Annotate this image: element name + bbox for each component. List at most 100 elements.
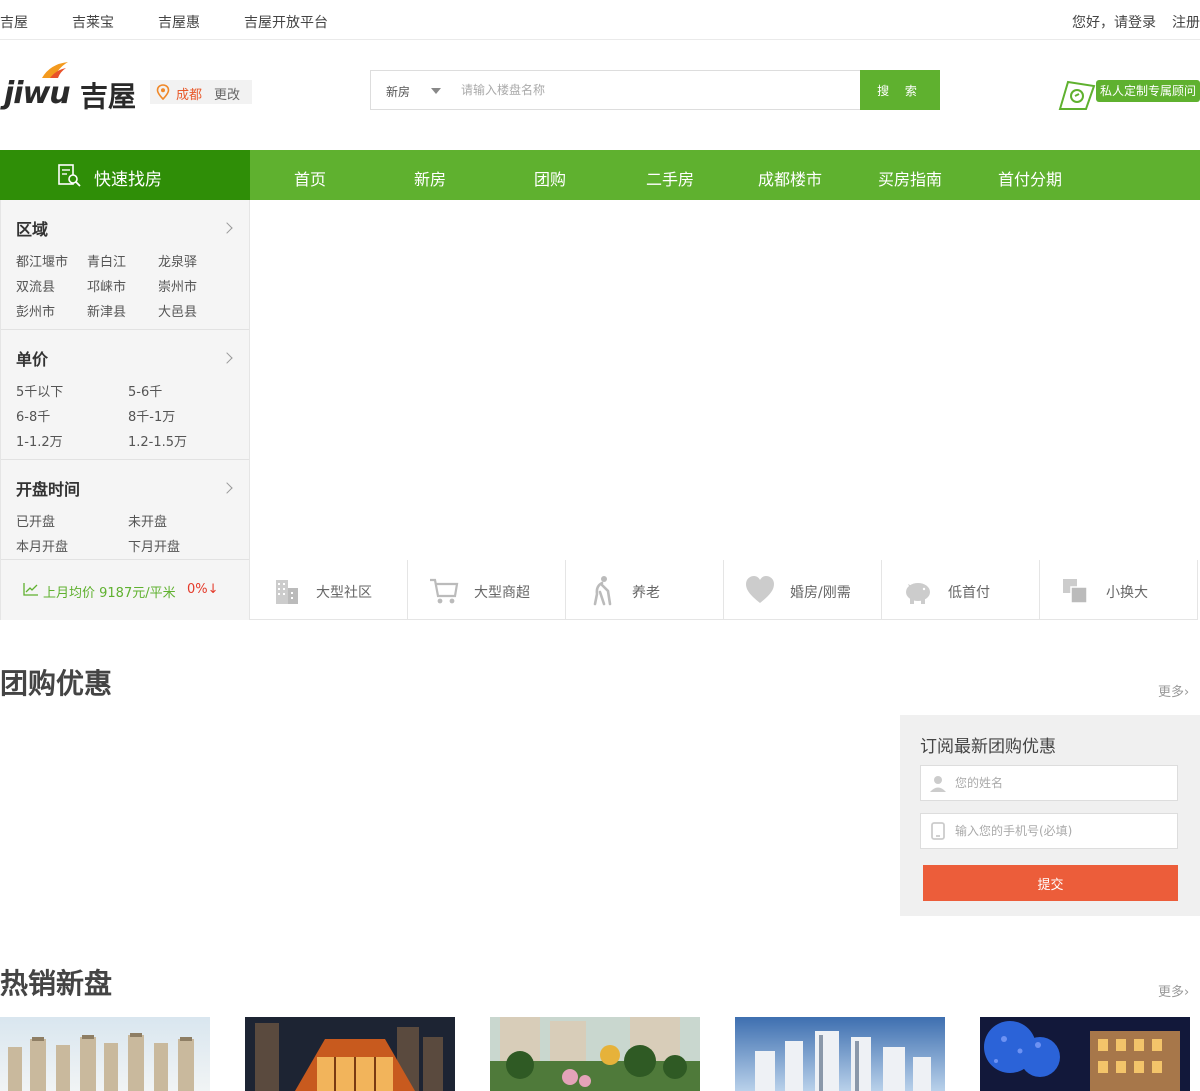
property-thumbnail[interactable] — [0, 1017, 210, 1091]
property-thumbnail[interactable] — [490, 1017, 700, 1091]
price-filter: 单价 5千以下 5-6千 6-8千 8千-1万 1-1.2万 1.2-1.5万 — [1, 330, 249, 460]
subscribe-title: 订阅最新团购优惠 — [920, 737, 1056, 757]
price-option[interactable]: 1-1.2万 — [16, 431, 63, 450]
region-filter: 区域 都江堰市 青白江 龙泉驿 双流县 邛崃市 崇州市 彭州市 新津县 大邑县 — [1, 200, 249, 330]
feature-label: 养老 — [632, 585, 660, 601]
nav-city-market[interactable]: 成都楼市 — [758, 166, 822, 190]
nav-buying-guide[interactable]: 买房指南 — [878, 166, 942, 190]
property-image — [735, 1017, 945, 1091]
location-pin-icon — [156, 84, 170, 100]
chevron-right-icon[interactable] — [221, 482, 233, 494]
property-thumbnail[interactable] — [735, 1017, 945, 1091]
nav-new-homes[interactable]: 新房 — [414, 166, 446, 190]
main-nav: 快速找房 首页 新房 团购 二手房 成都楼市 买房指南 首付分期 — [0, 150, 1200, 200]
city-selector[interactable]: 成都 更改 — [150, 80, 252, 104]
elderly-icon — [593, 576, 612, 606]
property-image — [490, 1017, 700, 1091]
search-type-dropdown[interactable]: 新房 — [370, 70, 450, 110]
opening-option[interactable]: 已开盘 — [16, 511, 55, 530]
chevron-right-icon[interactable] — [221, 352, 233, 364]
phone-icon — [931, 822, 945, 840]
hot-homes-more-link[interactable]: 更多› — [1158, 981, 1189, 1000]
login-link[interactable]: 您好，请登录 — [1072, 12, 1156, 32]
avg-price-text: 上月均价 9187元/平米 — [43, 586, 176, 601]
opening-option[interactable]: 下月开盘 — [128, 536, 180, 555]
region-option[interactable]: 大邑县 — [158, 301, 197, 320]
avg-price-change: 0%↓ — [187, 582, 219, 597]
region-option[interactable]: 崇州市 — [158, 276, 197, 295]
region-option[interactable]: 邛崃市 — [87, 276, 126, 295]
opening-option[interactable]: 本月开盘 — [16, 536, 68, 555]
trend-chart-icon — [23, 583, 38, 596]
nav-down-payment[interactable]: 首付分期 — [998, 166, 1062, 190]
feature-label: 低首付 — [948, 585, 990, 601]
logo-chinese: 吉屋 — [80, 80, 137, 113]
top-link-jilaibao[interactable]: 吉莱宝 — [72, 12, 114, 32]
price-option[interactable]: 1.2-1.5万 — [128, 431, 187, 450]
search-bar: 新房 搜 索 — [370, 70, 940, 110]
top-links-bar: 吉屋 吉莱宝 吉屋惠 吉屋开放平台 您好，请登录 注册 — [0, 0, 1200, 40]
group-buy-heading: 团购优惠 — [0, 667, 113, 700]
region-option[interactable]: 双流县 — [16, 276, 55, 295]
name-field — [920, 765, 1178, 801]
quick-find-label: 快速找房 — [94, 170, 162, 190]
quick-find-button[interactable]: 快速找房 — [0, 150, 250, 200]
feature-upsize[interactable]: 小换大 — [1040, 560, 1198, 620]
property-thumbnail[interactable] — [245, 1017, 455, 1091]
top-link-open-platform[interactable]: 吉屋开放平台 — [244, 12, 328, 32]
price-title: 单价 — [16, 350, 49, 369]
site-logo[interactable]: jiwu 吉屋 — [4, 60, 138, 113]
feature-supermarket[interactable]: 大型商超 — [408, 560, 566, 620]
feature-wedding-home[interactable]: 婚房/刚需 — [724, 560, 882, 620]
subscribe-panel: 订阅最新团购优惠 提交 — [900, 715, 1200, 916]
shopping-cart-icon — [430, 578, 459, 604]
price-option[interactable]: 6-8千 — [16, 406, 50, 425]
opening-title: 开盘时间 — [16, 480, 81, 499]
house-search-icon — [58, 164, 81, 187]
region-title: 区域 — [16, 220, 49, 239]
price-option[interactable]: 5-6千 — [128, 381, 162, 400]
piggy-bank-icon — [906, 583, 930, 604]
change-city-link[interactable]: 更改 — [214, 84, 240, 103]
property-thumbnail[interactable] — [980, 1017, 1190, 1091]
buildings-icon — [276, 580, 298, 604]
feature-label: 婚房/刚需 — [790, 585, 851, 601]
user-icon — [930, 776, 946, 792]
nav-second-hand[interactable]: 二手房 — [646, 166, 694, 190]
feature-elderly[interactable]: 养老 — [566, 560, 724, 620]
group-buy-more-link[interactable]: 更多› — [1158, 681, 1189, 700]
region-option[interactable]: 新津县 — [87, 301, 126, 320]
feature-label: 小换大 — [1106, 585, 1148, 601]
hot-homes-heading: 热销新盘 — [0, 967, 113, 1000]
price-option[interactable]: 8千-1万 — [128, 406, 175, 425]
feature-large-community[interactable]: 大型社区 — [250, 560, 408, 620]
register-link[interactable]: 注册 — [1172, 12, 1200, 32]
name-input[interactable] — [955, 766, 1175, 800]
region-option[interactable]: 彭州市 — [16, 301, 55, 320]
private-advisor-banner[interactable]: 私人定制专属顾问 — [1056, 76, 1200, 112]
nav-group-buy[interactable]: 团购 — [534, 166, 566, 190]
chevron-down-icon — [431, 88, 441, 94]
feature-low-down-payment[interactable]: 低首付 — [882, 560, 1040, 620]
property-image — [0, 1017, 210, 1091]
heart-icon — [746, 576, 774, 603]
region-option[interactable]: 龙泉驿 — [158, 251, 197, 270]
nav-home[interactable]: 首页 — [294, 166, 326, 190]
advisor-label: 私人定制专属顾问 — [1096, 80, 1200, 102]
feature-label: 大型商超 — [474, 585, 530, 601]
chevron-right-icon[interactable] — [221, 222, 233, 234]
more-label: 更多 — [1158, 985, 1185, 1000]
submit-button[interactable]: 提交 — [923, 865, 1178, 901]
top-link-jiwu[interactable]: 吉屋 — [0, 12, 28, 32]
feature-label: 大型社区 — [316, 585, 372, 601]
price-trend: 上月均价 9187元/平米 0%↓ — [1, 560, 249, 620]
top-link-jiwuhui[interactable]: 吉屋惠 — [158, 12, 200, 32]
chevron-right-icon: › — [1184, 985, 1190, 1000]
price-option[interactable]: 5千以下 — [16, 381, 63, 400]
region-option[interactable]: 都江堰市 — [16, 251, 68, 270]
opening-option[interactable]: 未开盘 — [128, 511, 167, 530]
search-button[interactable]: 搜 索 — [860, 70, 940, 110]
search-input[interactable] — [449, 70, 861, 110]
phone-input[interactable] — [955, 814, 1175, 848]
region-option[interactable]: 青白江 — [87, 251, 126, 270]
